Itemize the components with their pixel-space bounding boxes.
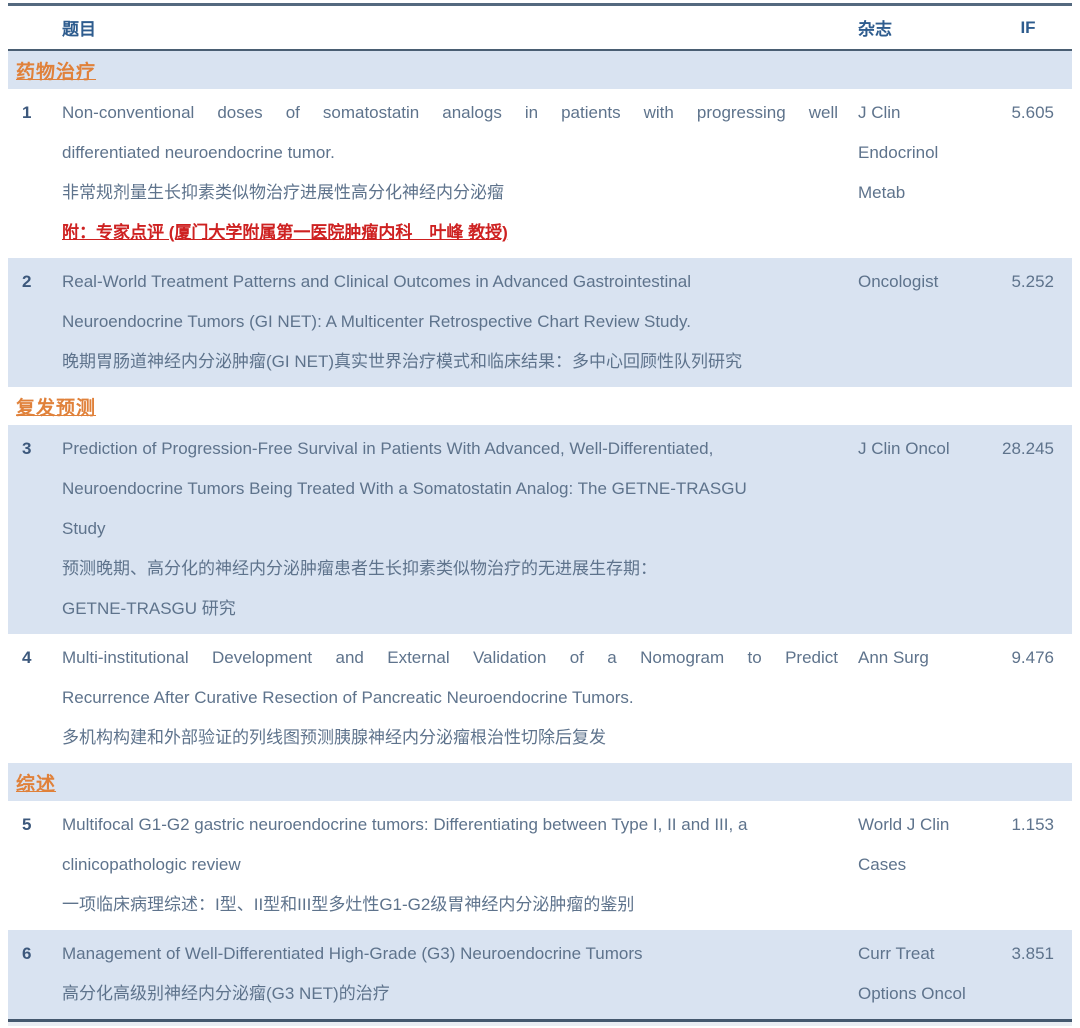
title-zh-line: 多机构构建和外部验证的列线图预测胰腺神经内分泌瘤根治性切除后复发 [62,718,838,758]
paper-number: 3 [8,429,62,469]
paper-title-cell: Management of Well-Differentiated High-G… [62,934,858,1014]
header-journal: 杂志 [858,15,984,40]
paper-row-3: 3Prediction of Progression-Free Survival… [8,425,1072,634]
paper-number: 5 [8,805,62,845]
paper-journal: Oncologist [858,262,984,302]
paper-title-cell: Non-conventional doses of somatostatin a… [62,93,858,253]
header-impact-factor: IF [984,18,1072,38]
title-en-line: Management of Well-Differentiated High-G… [62,934,838,974]
paper-impact-factor: 5.252 [984,262,1072,302]
paper-impact-factor: 3.851 [984,934,1072,974]
title-zh-line: 晚期胃肠道神经内分泌肿瘤(GI NET)真实世界治疗模式和临床结果：多中心回顾性… [62,342,838,382]
paper-impact-factor: 1.153 [984,805,1072,845]
title-en-line: Prediction of Progression-Free Survival … [62,429,838,469]
paper-row-6: 6Management of Well-Differentiated High-… [8,930,1072,1019]
title-en-line: Multi-institutional Development and Exte… [62,638,838,678]
title-zh-line: 一项临床病理综述：I型、II型和III型多灶性G1-G2级胃神经内分泌肿瘤的鉴别 [62,885,838,925]
paper-journal: Curr Treat Options Oncol [858,934,984,1014]
title-en-line: Multifocal G1-G2 gastric neuroendocrine … [62,805,838,845]
paper-title-cell: Multi-institutional Development and Exte… [62,638,858,758]
section-label: 复发预测 [16,393,96,420]
paper-journal: J Clin Endocrinol Metab [858,93,984,213]
title-zh-line: 非常规剂量生长抑素类似物治疗进展性高分化神经内分泌瘤 [62,173,838,213]
paper-journal: World J Clin Cases [858,805,984,885]
title-en-line: Neuroendocrine Tumors Being Treated With… [62,469,838,509]
table-header-row: 题目 杂志 IF [8,6,1072,51]
paper-journal: J Clin Oncol [858,429,984,469]
paper-journal: Ann Surg [858,638,984,678]
table-body: 药物治疗 1Non-conventional doses of somatosta… [8,51,1072,1019]
paper-row-4: 4Multi-institutional Development and Ext… [8,634,1072,763]
bottom-strip [8,1022,1072,1026]
title-en-line: Recurrence After Curative Resection of P… [62,678,838,718]
paper-title-cell: Prediction of Progression-Free Survival … [62,429,858,629]
paper-impact-factor: 28.245 [984,429,1072,469]
expert-comment-note: 附：专家点评 (厦门大学附属第一医院肿瘤内科 叶峰 教授) [62,213,838,253]
paper-number: 2 [8,262,62,302]
title-en-line: Real-World Treatment Patterns and Clinic… [62,262,838,302]
title-en-line: clinicopathologic review [62,845,838,885]
paper-title-cell: Multifocal G1-G2 gastric neuroendocrine … [62,805,858,925]
papers-table: 题目 杂志 IF 药物治疗 1Non-conventional doses of … [8,3,1072,1022]
paper-impact-factor: 9.476 [984,638,1072,678]
title-en-line: Study [62,509,838,549]
paper-row-1: 1Non-conventional doses of somatostatin … [8,89,1072,258]
section-row-2: 复发预测 [8,387,1072,425]
header-title: 题目 [62,15,858,40]
title-zh-line: GETNE-TRASGU 研究 [62,589,838,629]
paper-row-2: 2Real-World Treatment Patterns and Clini… [8,258,1072,387]
title-en-line: differentiated neuroendocrine tumor. [62,133,838,173]
paper-number: 1 [8,93,62,133]
section-label: 药物治疗 [16,57,96,84]
title-en-line: Neuroendocrine Tumors (GI NET): A Multic… [62,302,838,342]
section-label: 综述 [16,769,56,796]
paper-row-5: 5Multifocal G1-G2 gastric neuroendocrine… [8,801,1072,930]
title-en-line: Non-conventional doses of somatostatin a… [62,93,838,133]
title-zh-line: 预测晚期、高分化的神经内分泌肿瘤患者生长抑素类似物治疗的无进展生存期： [62,549,838,589]
section-row-3: 综述 [8,763,1072,801]
title-zh-line: 高分化高级别神经内分泌瘤(G3 NET)的治疗 [62,974,838,1014]
paper-number: 4 [8,638,62,678]
paper-number: 6 [8,934,62,974]
section-row-1: 药物治疗 [8,51,1072,89]
paper-title-cell: Real-World Treatment Patterns and Clinic… [62,262,858,382]
paper-impact-factor: 5.605 [984,93,1072,133]
